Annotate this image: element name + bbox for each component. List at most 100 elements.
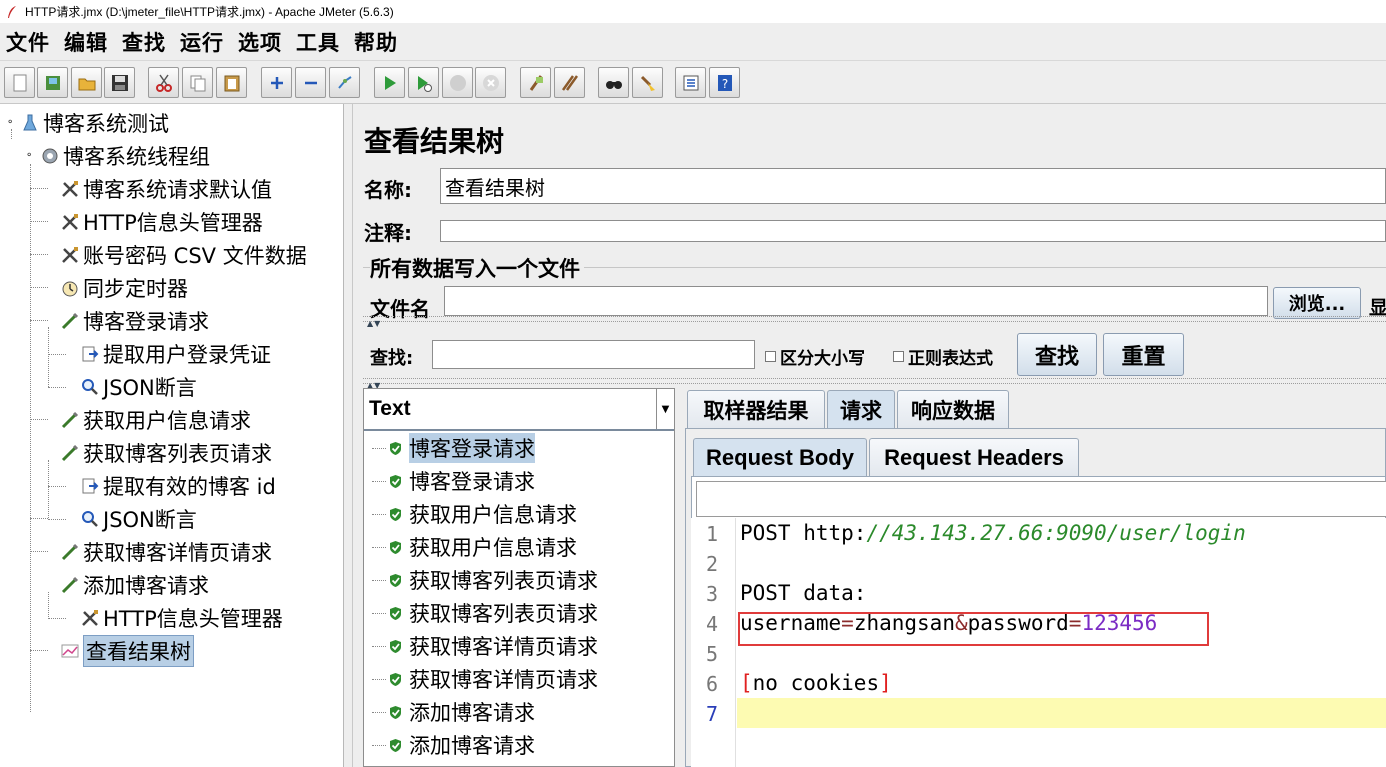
code-line-6: [no cookies] [740,671,892,695]
divider-arrows-icon[interactable]: ▲▼ [367,319,381,328]
start-icon [384,75,396,90]
menu-edit[interactable]: 编辑 [64,27,108,57]
expand-button[interactable] [261,67,292,98]
results-splitter[interactable] [675,388,685,767]
clear-button[interactable] [520,67,551,98]
templates-button[interactable] [37,67,68,98]
tree-node-http-header-manager[interactable]: HTTP信息头管理器 [60,206,263,238]
filename-field[interactable] [444,286,1268,316]
paste-button[interactable] [216,67,247,98]
new-icon [13,74,26,91]
tree-node-thread-group[interactable]: 博客系统线程组 [40,140,210,172]
tab-request[interactable]: 请求 [827,390,895,428]
result-item[interactable]: 获取博客列表页请求 [372,597,598,629]
sampler-icon [60,410,80,430]
tree-node-json-assertion-2[interactable]: JSON断言 [80,503,197,535]
extractor-icon [80,344,100,364]
result-item[interactable]: 获取博客详情页请求 [372,663,598,695]
tab-response-data[interactable]: 响应数据 [897,390,1009,428]
new-button[interactable] [4,67,35,98]
stop-button[interactable] [442,67,473,98]
line-number: 4 [705,612,718,636]
tree-node-extract-blog-id[interactable]: 提取有效的博客 id [80,470,276,502]
tree-node-get-user-info-request[interactable]: 获取用户信息请求 [60,404,251,436]
function-helper-button[interactable] [675,67,706,98]
tab-request-headers[interactable]: Request Headers [869,438,1079,476]
expand-icon [270,76,283,89]
renderer-select[interactable]: Text ▼ [364,389,674,431]
tree-toggle-icon[interactable]: ⚬ [6,117,14,128]
result-item[interactable]: 添加博客请求 [372,729,535,761]
tree-node-sync-timer[interactable]: 同步定时器 [60,272,188,304]
reset-search-button[interactable] [632,67,663,98]
find-button[interactable]: 查找 [1017,333,1097,376]
clear-all-button[interactable] [554,67,585,98]
start-button[interactable] [374,67,405,98]
success-shield-icon [390,507,401,521]
search-button[interactable] [598,67,629,98]
tab-sampler-result[interactable]: 取样器结果 [687,390,825,428]
chevron-down-icon[interactable]: ▼ [656,389,674,429]
result-item[interactable]: 获取用户信息请求 [372,531,577,563]
svg-text:?: ? [721,77,727,91]
copy-button[interactable] [182,67,213,98]
tree-node-http-header-manager-2[interactable]: HTTP信息头管理器 [80,602,283,634]
shutdown-button[interactable] [475,67,506,98]
success-shield-icon [390,441,401,455]
browse-button[interactable]: 浏览... [1273,287,1361,319]
result-item[interactable]: 添加博客请求 [372,696,535,728]
divider-bottom[interactable] [363,378,1386,384]
menu-file[interactable]: 文件 [6,27,50,57]
help-button[interactable]: ? [709,67,740,98]
tree-node-extract-login-token[interactable]: 提取用户登录凭证 [80,338,271,370]
menu-run[interactable]: 运行 [180,27,224,57]
sampler-icon [60,542,80,562]
divider-top[interactable] [363,316,1386,322]
tree-node-add-blog-request[interactable]: 添加博客请求 [60,569,209,601]
thread-group-icon [40,146,60,166]
tree-node-blog-login-request[interactable]: 博客登录请求 [60,305,209,337]
case-sensitive-checkbox[interactable]: 区分大小写 [765,344,865,369]
tree-node-test-plan[interactable]: 博客系统测试 [20,107,169,139]
comment-field[interactable] [440,220,1386,242]
menu-help[interactable]: 帮助 [354,27,398,57]
tree-node-view-results-tree[interactable]: 查看结果树 [60,635,194,667]
search-input[interactable] [432,340,755,369]
reset-button[interactable]: 重置 [1103,333,1184,376]
tree-node-get-blog-detail-request[interactable]: 获取博客详情页请求 [60,536,272,568]
name-field[interactable]: 查看结果树 [440,168,1386,204]
cut-button[interactable] [148,67,179,98]
tab-request-body[interactable]: Request Body [693,438,867,476]
success-shield-icon [390,474,401,488]
request-body-editor[interactable]: 1 2 3 4 5 6 7 POST http://43.143.27.66:9… [691,518,1386,767]
save-button[interactable] [104,67,135,98]
open-icon [78,78,95,90]
test-plan-tree: ⚬ ⚬ 博客系统测试 博客系统线程组 博客系统请求默认值 HTTP信息头管理器 … [0,104,344,767]
collapse-button[interactable] [295,67,326,98]
result-item[interactable]: 博客登录请求 [372,465,535,497]
menu-options[interactable]: 选项 [238,27,282,57]
stop-icon [449,74,466,91]
page-title: 查看结果树 [364,125,505,158]
tree-splitter[interactable] [344,104,353,767]
menu-search[interactable]: 查找 [122,27,166,57]
tree-node-request-defaults[interactable]: 博客系统请求默认值 [60,173,272,205]
result-item[interactable]: 获取博客详情页请求 [372,630,598,662]
result-item[interactable]: 获取用户信息请求 [372,498,577,530]
regex-checkbox[interactable]: 正则表达式 [893,344,993,369]
menu-tools[interactable]: 工具 [296,27,340,57]
start-no-timers-button[interactable] [408,67,439,98]
reset-search-icon [640,75,655,91]
current-line-highlight [737,698,1386,728]
tree-toggle-icon[interactable]: ⚬ [25,150,33,161]
title-bar: HTTP请求.jmx (D:\jmeter_file\HTTP请求.jmx) -… [0,0,1386,23]
open-button[interactable] [71,67,102,98]
body-search-bar[interactable] [696,481,1386,517]
toggle-button[interactable] [329,67,360,98]
tree-node-json-assertion[interactable]: JSON断言 [80,371,197,403]
result-item[interactable]: 获取博客列表页请求 [372,564,598,596]
result-item[interactable]: 博客登录请求 [372,432,535,464]
tree-node-get-blog-list-request[interactable]: 获取博客列表页请求 [60,437,272,469]
tree-node-csv-data-set[interactable]: 账号密码 CSV 文件数据 [60,239,307,271]
view-results-tree-panel: 查看结果树 名称: 查看结果树 注释: 所有数据写入一个文件 文件名 浏览...… [353,104,1386,767]
